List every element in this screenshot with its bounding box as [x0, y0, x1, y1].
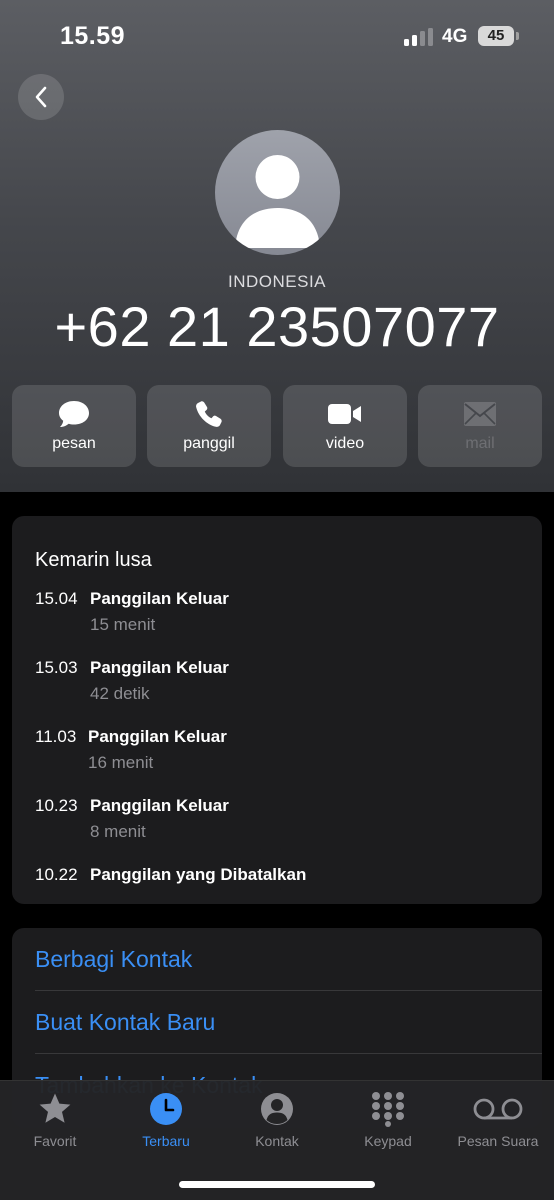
call-type: Panggilan Keluar: [90, 589, 229, 608]
tab-keypad[interactable]: Keypad: [333, 1081, 443, 1161]
status-bar: 15.59 4G 45: [0, 0, 554, 70]
call-time: 11.03: [35, 727, 77, 746]
battery-icon: 45: [478, 26, 514, 46]
contact-phone-number: +62 21 23507077: [54, 295, 500, 358]
star-icon: [39, 1093, 71, 1123]
mail-button[interactable]: mail: [418, 385, 542, 467]
person-icon: [261, 1093, 293, 1125]
chevron-left-icon: [35, 86, 47, 108]
call-type: Panggilan Keluar: [90, 658, 229, 677]
signal-icon: [404, 28, 434, 46]
call-time: 10.23: [35, 796, 78, 815]
tab-voicemail[interactable]: Pesan Suara: [443, 1081, 553, 1161]
voicemail-icon: [473, 1098, 523, 1120]
message-button[interactable]: pesan: [12, 385, 136, 467]
call-type: Panggilan yang Dibatalkan: [90, 865, 307, 884]
call-button[interactable]: panggil: [147, 385, 271, 467]
call-time: 10.22: [35, 865, 78, 884]
call-type: Panggilan Keluar: [90, 796, 229, 815]
call-time: 15.03: [35, 658, 78, 677]
tab-label: Pesan Suara: [457, 1133, 539, 1149]
call-duration: 42 detik: [90, 684, 150, 703]
call-history-card: Kemarin lusa 15.04 Panggilan Keluar 15 m…: [12, 516, 542, 904]
tab-label: Kontak: [255, 1133, 299, 1149]
call-type: Panggilan Keluar: [88, 727, 227, 746]
tab-contacts[interactable]: Kontak: [222, 1081, 332, 1161]
person-silhouette-icon: [235, 155, 320, 248]
video-icon: [328, 404, 361, 424]
tab-recents[interactable]: Terbaru: [111, 1081, 221, 1161]
divider: [35, 990, 542, 991]
tab-label: Keypad: [364, 1133, 412, 1149]
video-button[interactable]: video: [283, 385, 407, 467]
share-contact-link[interactable]: Berbagi Kontak: [35, 946, 192, 973]
keypad-icon: [372, 1092, 404, 1127]
home-indicator[interactable]: [179, 1181, 375, 1188]
call-time: 15.04: [35, 589, 78, 608]
video-label: video: [325, 435, 365, 452]
tab-favorites[interactable]: Favorit: [0, 1081, 110, 1161]
status-time: 15.59: [60, 22, 126, 50]
call-duration: 16 menit: [88, 753, 154, 772]
network-type: 4G: [442, 26, 468, 47]
tab-label: Terbaru: [142, 1133, 190, 1149]
create-contact-link[interactable]: Buat Kontak Baru: [35, 1009, 215, 1036]
tab-label: Favorit: [33, 1133, 77, 1149]
contact-country: INDONESIA: [227, 272, 327, 291]
avatar: [215, 130, 340, 255]
call-duration: 8 menit: [90, 822, 146, 841]
call-duration: 15 menit: [90, 615, 156, 634]
mail-icon: [464, 402, 496, 426]
clock-icon: [150, 1093, 182, 1125]
call-history-date: Kemarin lusa: [35, 549, 152, 571]
message-icon: [59, 401, 89, 427]
mail-label: mail: [465, 435, 495, 452]
phone-icon: [196, 401, 222, 427]
contact-header: 15.59 4G 45 INDONESIA +62 21 23507077 pe…: [0, 0, 554, 492]
message-label: pesan: [52, 435, 96, 452]
back-button[interactable]: [18, 74, 64, 120]
divider: [35, 1053, 542, 1054]
battery-tip: [516, 32, 519, 40]
call-label: panggil: [183, 435, 235, 452]
